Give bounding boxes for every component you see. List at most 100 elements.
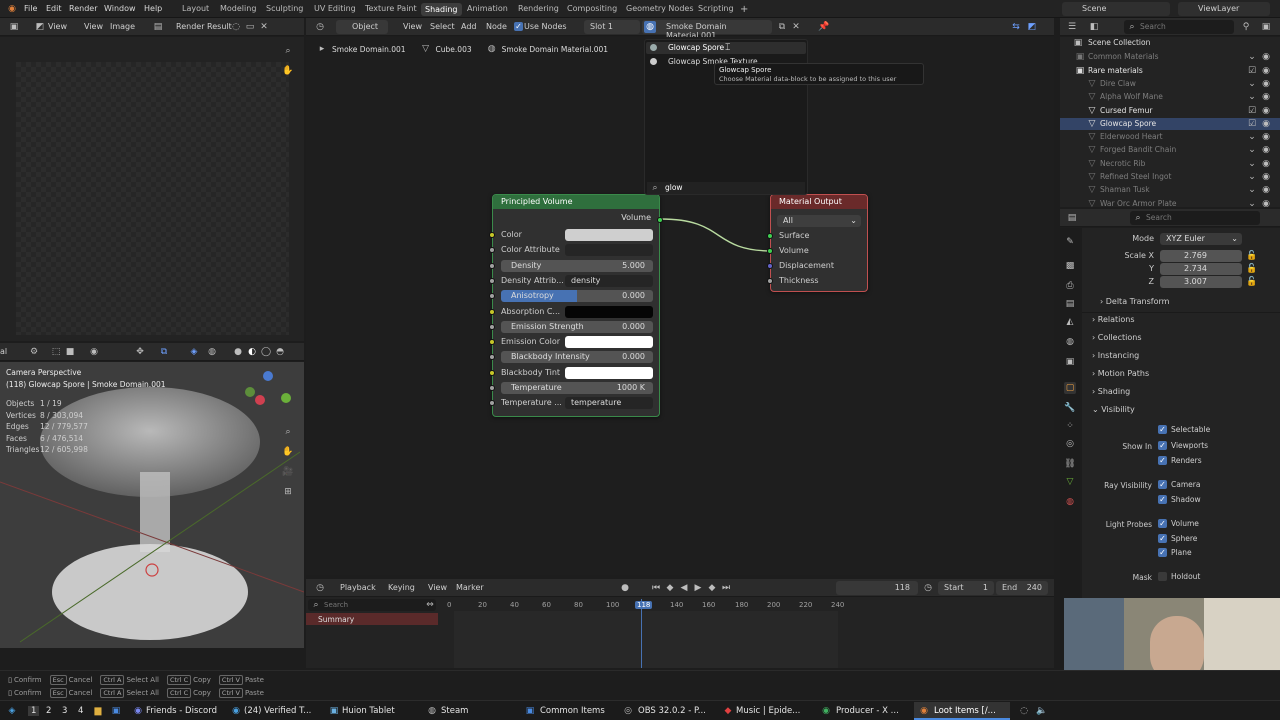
input-socket[interactable] bbox=[489, 385, 495, 391]
displacement-socket[interactable] bbox=[767, 263, 773, 269]
image-editor-icon[interactable]: ◩ bbox=[34, 21, 46, 33]
tab-shading[interactable]: Shading bbox=[421, 3, 462, 16]
x-axis-icon[interactable] bbox=[255, 395, 265, 405]
sphere-checkbox[interactable]: ✓ Sphere bbox=[1158, 534, 1197, 543]
slider-field[interactable]: Anisotropy 0.000 bbox=[501, 290, 653, 303]
record-icon[interactable]: ● bbox=[619, 582, 631, 594]
input-socket[interactable] bbox=[489, 354, 495, 361]
marker-menu[interactable]: Marker bbox=[456, 583, 484, 592]
tab-rendering[interactable]: Rendering bbox=[518, 4, 559, 13]
scale-y-field[interactable]: 2.734 bbox=[1160, 263, 1242, 275]
eye-icon[interactable]: ◉ bbox=[1260, 158, 1272, 170]
input-socket[interactable] bbox=[489, 308, 495, 315]
section-relations[interactable]: › Relations bbox=[1092, 315, 1135, 324]
rotation-mode-dropdown[interactable]: XYZ Euler ⌄ bbox=[1160, 233, 1242, 245]
menu-render[interactable]: Render bbox=[69, 4, 97, 13]
outliner-item[interactable]: ▽ Alpha Wolf Mane ⌄ ◉ bbox=[1060, 91, 1280, 103]
tab-sculpting[interactable]: Sculpting bbox=[266, 4, 303, 13]
pivot-icon[interactable]: ◉ bbox=[88, 346, 100, 358]
desktop-1[interactable]: 1 bbox=[28, 706, 40, 716]
volume-input-socket[interactable] bbox=[767, 248, 773, 254]
eye-icon[interactable]: ◉ bbox=[1260, 144, 1272, 156]
node-node-menu[interactable]: Node bbox=[486, 22, 507, 31]
world-tab-icon[interactable]: ◍ bbox=[1064, 336, 1076, 348]
timeline-area[interactable]: ⌕ Search ⇔ Summary 0 20 40 60 80 100 118 140 160… bbox=[306, 597, 1054, 668]
material-output-node[interactable]: Material Output All ⌄ Surface Volume Dis… bbox=[767, 194, 868, 292]
timeline-view-menu[interactable]: View bbox=[428, 583, 447, 592]
target-dropdown[interactable]: All ⌄ bbox=[777, 215, 861, 227]
eye-icon[interactable]: ◉ bbox=[1260, 171, 1272, 183]
shading-mode-label[interactable]: al bbox=[0, 347, 7, 356]
render-result-name[interactable]: Render Result bbox=[176, 22, 232, 31]
material-selector[interactable]: ◍ Smoke Domain Material.001 bbox=[642, 20, 772, 40]
use-nodes-checkbox[interactable]: ✓ bbox=[514, 22, 523, 31]
search-input[interactable]: glow bbox=[665, 183, 683, 192]
modifier-tab-icon[interactable]: 🔧 bbox=[1064, 402, 1076, 414]
pan-hand-icon[interactable]: ✋ bbox=[282, 65, 294, 77]
tab-scripting[interactable]: Scripting bbox=[698, 4, 734, 13]
eye-icon[interactable]: ◉ bbox=[1260, 131, 1272, 143]
scale-z-field[interactable]: 3.007 bbox=[1160, 276, 1242, 288]
keying-menu[interactable]: Keying bbox=[388, 583, 415, 592]
slider-field[interactable]: Emission Strength 0.000 bbox=[501, 320, 653, 333]
start-frame-field[interactable]: Start 1 bbox=[938, 581, 994, 595]
frame-ruler[interactable]: 0 20 40 60 80 100 118 140 160 180 200 220 240 bbox=[306, 599, 1054, 611]
taskbar-common-items[interactable]: Common Items bbox=[540, 706, 605, 716]
section-shading[interactable]: › Shading bbox=[1092, 387, 1130, 396]
volume-icon[interactable]: 🔈 bbox=[1036, 705, 1048, 717]
outliner-item[interactable]: ▣ Common Materials ⌄ ◉ bbox=[1060, 51, 1280, 63]
summary-channel[interactable]: Summary bbox=[306, 613, 438, 625]
view-options-icon[interactable]: ⚙ bbox=[28, 346, 40, 358]
outliner-item[interactable]: ▽ Elderwood Heart ⌄ ◉ bbox=[1060, 131, 1280, 143]
eye-icon[interactable]: ◉ bbox=[1260, 105, 1272, 117]
particles-tab-icon[interactable]: ⁘ bbox=[1064, 420, 1076, 432]
physics-tab-icon[interactable]: ◎ bbox=[1064, 438, 1076, 450]
view-layer-tab-icon[interactable]: ▤ bbox=[1064, 298, 1076, 310]
fake-user-icon[interactable]: ◌ bbox=[230, 21, 242, 33]
slider-field[interactable]: Temperature 1000 K bbox=[501, 382, 653, 394]
checkbox-icon[interactable]: ☑ bbox=[1246, 118, 1258, 130]
outliner-item[interactable]: ▽ Refined Steel Ingot ⌄ ◉ bbox=[1060, 171, 1280, 183]
plane-checkbox[interactable]: ✓ Plane bbox=[1158, 548, 1192, 557]
eye-icon[interactable]: ◉ bbox=[1260, 65, 1272, 77]
jump-start-icon[interactable]: ⏮ bbox=[650, 582, 662, 594]
color-swatch[interactable] bbox=[565, 366, 653, 379]
outliner-item[interactable]: ▽ Dire Claw ⌄ ◉ bbox=[1060, 78, 1280, 90]
select-box-icon[interactable]: ⬚ bbox=[50, 346, 62, 358]
menu-window[interactable]: Window bbox=[104, 4, 136, 13]
input-socket[interactable] bbox=[489, 323, 495, 330]
unlink-icon[interactable]: ✕ bbox=[258, 21, 270, 33]
section-collections[interactable]: › Collections bbox=[1092, 333, 1142, 342]
menu-help[interactable]: Help bbox=[144, 4, 162, 13]
eye-icon[interactable]: ◉ bbox=[1260, 184, 1272, 196]
volume-checkbox[interactable]: ✓ Volume bbox=[1158, 519, 1199, 528]
input-socket[interactable] bbox=[489, 400, 495, 407]
desktop-2[interactable]: 2 bbox=[46, 706, 51, 716]
properties-search[interactable]: ⌕ Search bbox=[1130, 211, 1260, 225]
end-frame-field[interactable]: End 240 bbox=[996, 581, 1048, 595]
xray-icon[interactable]: ◈ bbox=[188, 346, 200, 358]
input-socket[interactable] bbox=[489, 232, 495, 238]
color-swatch[interactable] bbox=[565, 229, 653, 241]
add-workspace-icon[interactable]: + bbox=[740, 4, 748, 15]
lock-icon[interactable]: 🔓 bbox=[1246, 263, 1258, 275]
desktop-3[interactable]: 3 bbox=[62, 706, 67, 716]
tab-compositing[interactable]: Compositing bbox=[567, 4, 617, 13]
overlay-icon[interactable]: ⧉ bbox=[158, 346, 170, 358]
viewport-3d[interactable]: Camera Perspective (118) Glowcap Spore |… bbox=[0, 362, 304, 648]
shadow-checkbox[interactable]: ✓ Shadow bbox=[1158, 495, 1201, 504]
wireframe-shading-icon[interactable]: ◍ bbox=[206, 346, 218, 358]
new-collection-icon[interactable]: ▣ bbox=[1260, 21, 1272, 33]
tab-animation[interactable]: Animation bbox=[467, 4, 508, 13]
node-editor-type-icon[interactable]: ◷ bbox=[314, 21, 326, 33]
principled-volume-node[interactable]: Principled Volume Volume Color Color Attr… bbox=[489, 194, 663, 417]
tab-geometry-nodes[interactable]: Geometry Nodes bbox=[626, 4, 693, 13]
node-view-menu[interactable]: View bbox=[403, 22, 422, 31]
eye-icon[interactable]: ◉ bbox=[1260, 51, 1272, 63]
slot-dropdown[interactable]: Slot 1 bbox=[584, 20, 640, 34]
chevron-down-icon[interactable]: ⌄ bbox=[1246, 158, 1258, 170]
taskbar-music[interactable]: Music | Epide... bbox=[736, 706, 800, 716]
input-socket[interactable] bbox=[489, 293, 495, 300]
pin-icon[interactable]: 📌 bbox=[818, 21, 830, 33]
holdout-checkbox[interactable]: Holdout bbox=[1158, 572, 1200, 581]
